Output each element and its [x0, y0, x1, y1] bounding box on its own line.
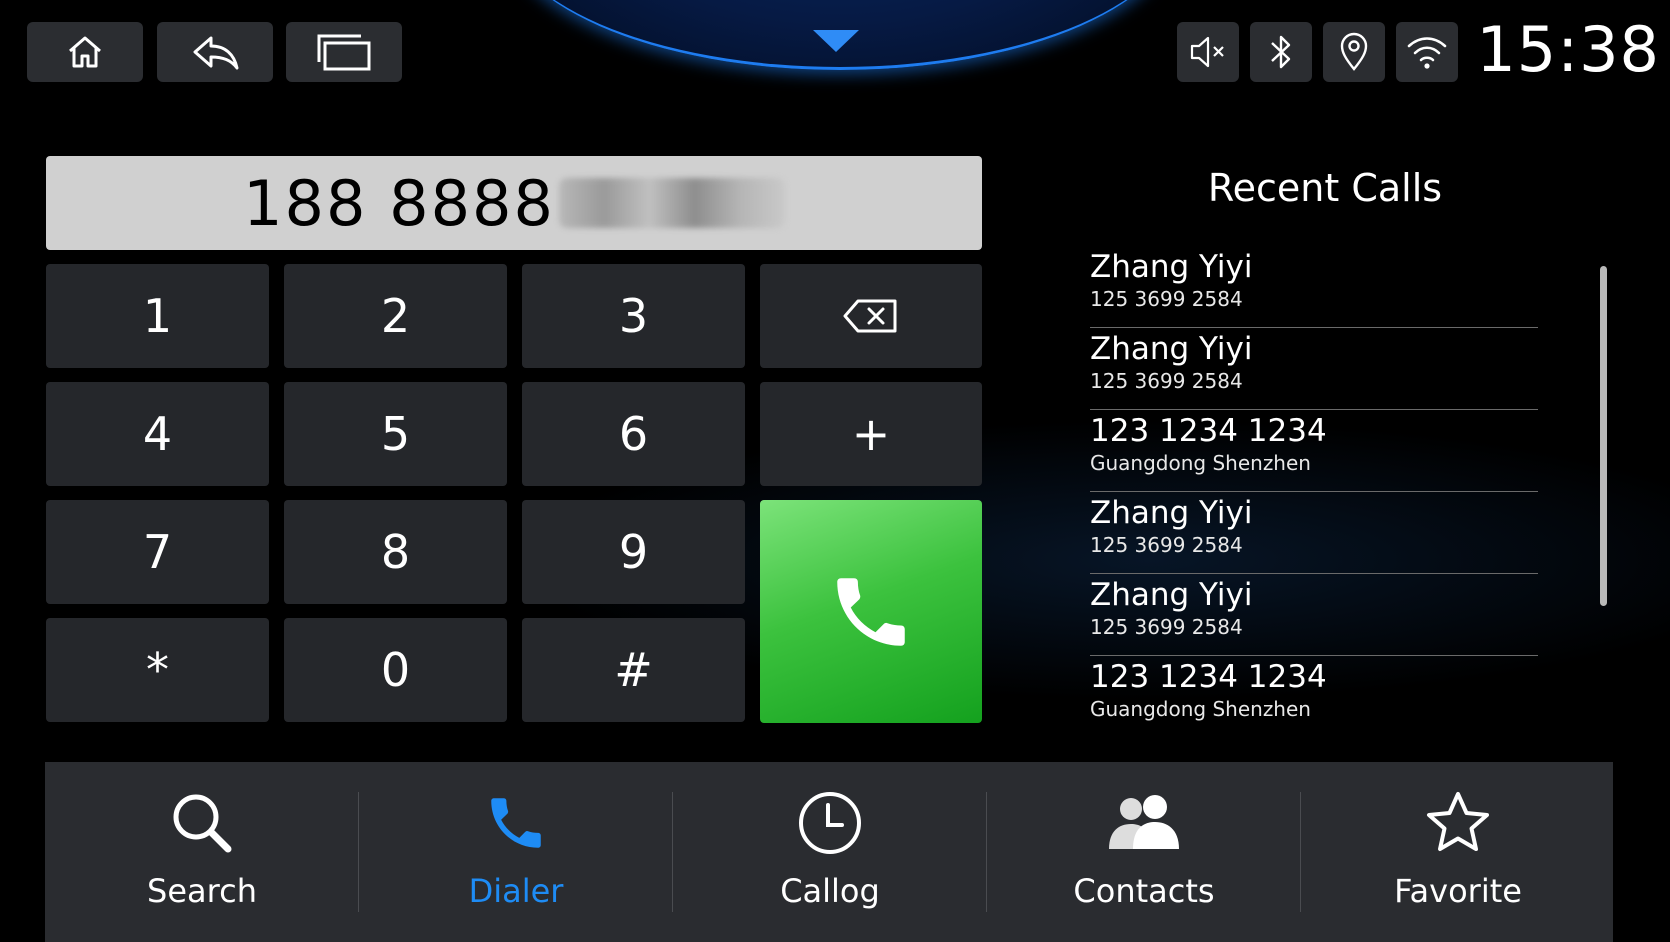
- call-name: Zhang Yiyi: [1090, 577, 1253, 613]
- dialed-number-display[interactable]: 188 8888: [46, 156, 982, 250]
- call-name: Zhang Yiyi: [1090, 331, 1253, 367]
- recent-calls-title: Recent Calls: [1207, 166, 1443, 210]
- mute-icon: [1190, 36, 1224, 68]
- location-icon: [1340, 32, 1368, 71]
- call-name: 123 1234 1234: [1090, 659, 1327, 695]
- list-item[interactable]: Zhang Yiyi 125 3699 2584: [1090, 246, 1538, 328]
- list-item[interactable]: 123 1234 1234 Guangdong Shenzhen: [1090, 410, 1538, 492]
- backspace-button[interactable]: [760, 264, 982, 368]
- wifi-button[interactable]: [1396, 22, 1458, 82]
- tab-favorite[interactable]: Favorite: [1301, 762, 1615, 942]
- clock-icon: [799, 792, 861, 854]
- call-detail: 125 3699 2584: [1090, 533, 1243, 557]
- key-8[interactable]: 8: [284, 500, 507, 604]
- bottom-tab-bar: Search Dialer Callog Contacts Favorite: [45, 762, 1613, 942]
- key-2[interactable]: 2: [284, 264, 507, 368]
- call-detail: 125 3699 2584: [1090, 369, 1243, 393]
- key-hash[interactable]: #: [522, 618, 745, 722]
- status-clock: 15:38: [1476, 13, 1660, 86]
- call-name: Zhang Yiyi: [1090, 495, 1253, 531]
- key-plus[interactable]: +: [760, 382, 982, 486]
- call-detail: Guangdong Shenzhen: [1090, 451, 1311, 475]
- tab-label: Search: [147, 872, 257, 910]
- dialed-number: 188 8888: [243, 166, 555, 240]
- key-star[interactable]: *: [46, 618, 269, 722]
- tab-label: Favorite: [1394, 872, 1522, 910]
- bluetooth-button[interactable]: [1250, 22, 1312, 82]
- list-item[interactable]: 123 1234 1234 Guangdong Shenzhen: [1090, 656, 1538, 738]
- back-icon: [193, 36, 239, 70]
- call-button[interactable]: [760, 500, 982, 723]
- tab-search[interactable]: Search: [45, 762, 359, 942]
- call-name: 123 1234 1234: [1090, 413, 1327, 449]
- key-5[interactable]: 5: [284, 382, 507, 486]
- call-detail: Guangdong Shenzhen: [1090, 697, 1311, 721]
- tab-label: Contacts: [1073, 872, 1215, 910]
- recent-apps-button[interactable]: [286, 22, 402, 82]
- tab-contacts[interactable]: Contacts: [987, 762, 1301, 942]
- redacted-digits: [558, 178, 785, 228]
- key-1[interactable]: 1: [46, 264, 269, 368]
- key-9[interactable]: 9: [522, 500, 745, 604]
- tab-dialer[interactable]: Dialer: [359, 762, 673, 942]
- key-0[interactable]: 0: [284, 618, 507, 722]
- call-name: Zhang Yiyi: [1090, 249, 1253, 285]
- bluetooth-icon: [1271, 35, 1291, 69]
- star-icon: [1427, 792, 1489, 851]
- back-button[interactable]: [157, 22, 273, 82]
- key-6[interactable]: 6: [522, 382, 745, 486]
- tab-label: Dialer: [468, 872, 564, 910]
- backspace-icon: [843, 299, 897, 333]
- pull-down-caret-icon[interactable]: [813, 30, 859, 52]
- list-item[interactable]: Zhang Yiyi 125 3699 2584: [1090, 328, 1538, 410]
- wifi-icon: [1407, 37, 1447, 69]
- tab-callog[interactable]: Callog: [673, 762, 987, 942]
- key-3[interactable]: 3: [522, 264, 745, 368]
- list-item[interactable]: Zhang Yiyi 125 3699 2584: [1090, 492, 1538, 574]
- recent-calls-scrollbar[interactable]: [1600, 266, 1607, 606]
- recent-calls-list: Zhang Yiyi 125 3699 2584 Zhang Yiyi 125 …: [1090, 246, 1538, 738]
- search-icon: [173, 794, 232, 853]
- location-button[interactable]: [1323, 22, 1385, 82]
- list-item[interactable]: Zhang Yiyi 125 3699 2584: [1090, 574, 1538, 656]
- phone-icon: [837, 577, 905, 646]
- call-detail: 125 3699 2584: [1090, 287, 1243, 311]
- call-detail: 125 3699 2584: [1090, 615, 1243, 639]
- contacts-icon: [1109, 795, 1179, 849]
- recent-apps-icon: [317, 34, 371, 71]
- tab-label: Callog: [780, 872, 880, 910]
- home-icon: [69, 36, 101, 68]
- mute-button[interactable]: [1177, 22, 1239, 82]
- phone-icon: [491, 798, 541, 848]
- key-7[interactable]: 7: [46, 500, 269, 604]
- key-4[interactable]: 4: [46, 382, 269, 486]
- home-button[interactable]: [27, 22, 143, 82]
